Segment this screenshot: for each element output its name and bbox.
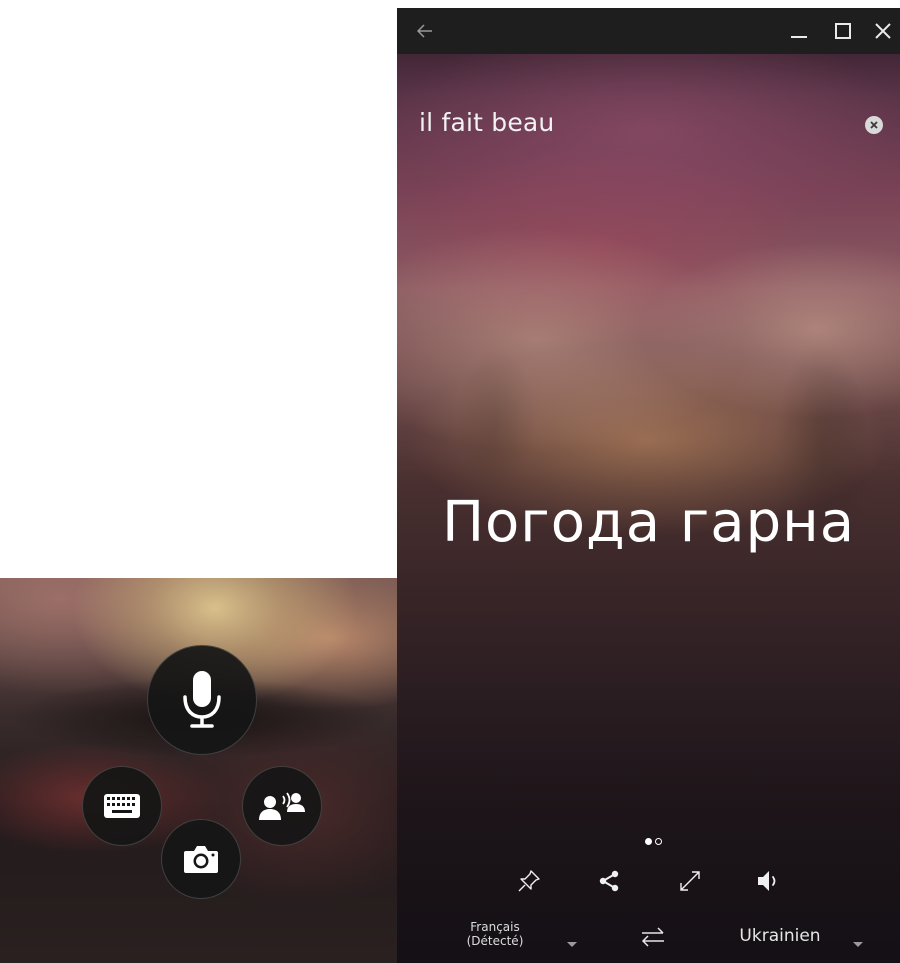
microphone-icon xyxy=(183,671,221,728)
maximize-icon xyxy=(835,23,851,39)
pin-icon xyxy=(518,870,540,892)
camera-button[interactable] xyxy=(161,819,241,899)
microphone-button[interactable] xyxy=(147,645,257,755)
share-button[interactable] xyxy=(590,862,628,900)
fullscreen-button[interactable] xyxy=(671,862,709,900)
target-language-dropdown[interactable] xyxy=(853,933,863,952)
translated-text: Погода гарна xyxy=(441,490,856,555)
background-image xyxy=(397,0,900,963)
back-arrow-icon xyxy=(417,24,432,38)
chevron-down-icon xyxy=(567,942,577,947)
camera-icon xyxy=(184,846,218,873)
back-button[interactable] xyxy=(409,8,441,54)
clear-button[interactable] xyxy=(865,116,883,134)
keyboard-icon xyxy=(104,794,140,818)
minimize-icon xyxy=(791,36,807,38)
conversation-button[interactable] xyxy=(242,766,322,846)
source-language-detected: (Détecté) xyxy=(466,934,524,948)
conversation-icon xyxy=(259,792,305,820)
speak-button[interactable] xyxy=(750,862,788,900)
language-bar: Français (Détecté) Ukrainien xyxy=(397,915,900,963)
clear-icon xyxy=(870,121,878,129)
swap-languages-button[interactable] xyxy=(635,923,671,951)
pin-button[interactable] xyxy=(510,862,548,900)
expand-icon xyxy=(680,871,700,891)
minimize-button[interactable] xyxy=(777,8,821,54)
chevron-down-icon xyxy=(853,942,863,947)
swap-icon xyxy=(641,927,664,947)
page-dot-inactive xyxy=(655,838,662,845)
share-icon xyxy=(599,870,619,892)
keyboard-button[interactable] xyxy=(82,766,162,846)
source-language-dropdown[interactable] xyxy=(567,933,577,952)
maximize-button[interactable] xyxy=(823,8,863,54)
page-indicator xyxy=(645,838,662,845)
speaker-icon xyxy=(758,871,776,891)
source-text[interactable]: il fait beau xyxy=(419,108,554,137)
close-icon xyxy=(875,23,891,39)
source-language-name: Français xyxy=(470,920,520,934)
close-button[interactable] xyxy=(863,8,900,54)
target-language-selector[interactable]: Ukrainien xyxy=(725,926,835,946)
input-picker-panel xyxy=(0,578,397,963)
source-language-selector[interactable]: Français (Détecté) xyxy=(449,920,541,948)
page-dot-active xyxy=(645,838,652,845)
window-top-edge xyxy=(397,0,900,8)
translator-window: il fait beau Погода гарна Français (Déte… xyxy=(397,0,900,963)
